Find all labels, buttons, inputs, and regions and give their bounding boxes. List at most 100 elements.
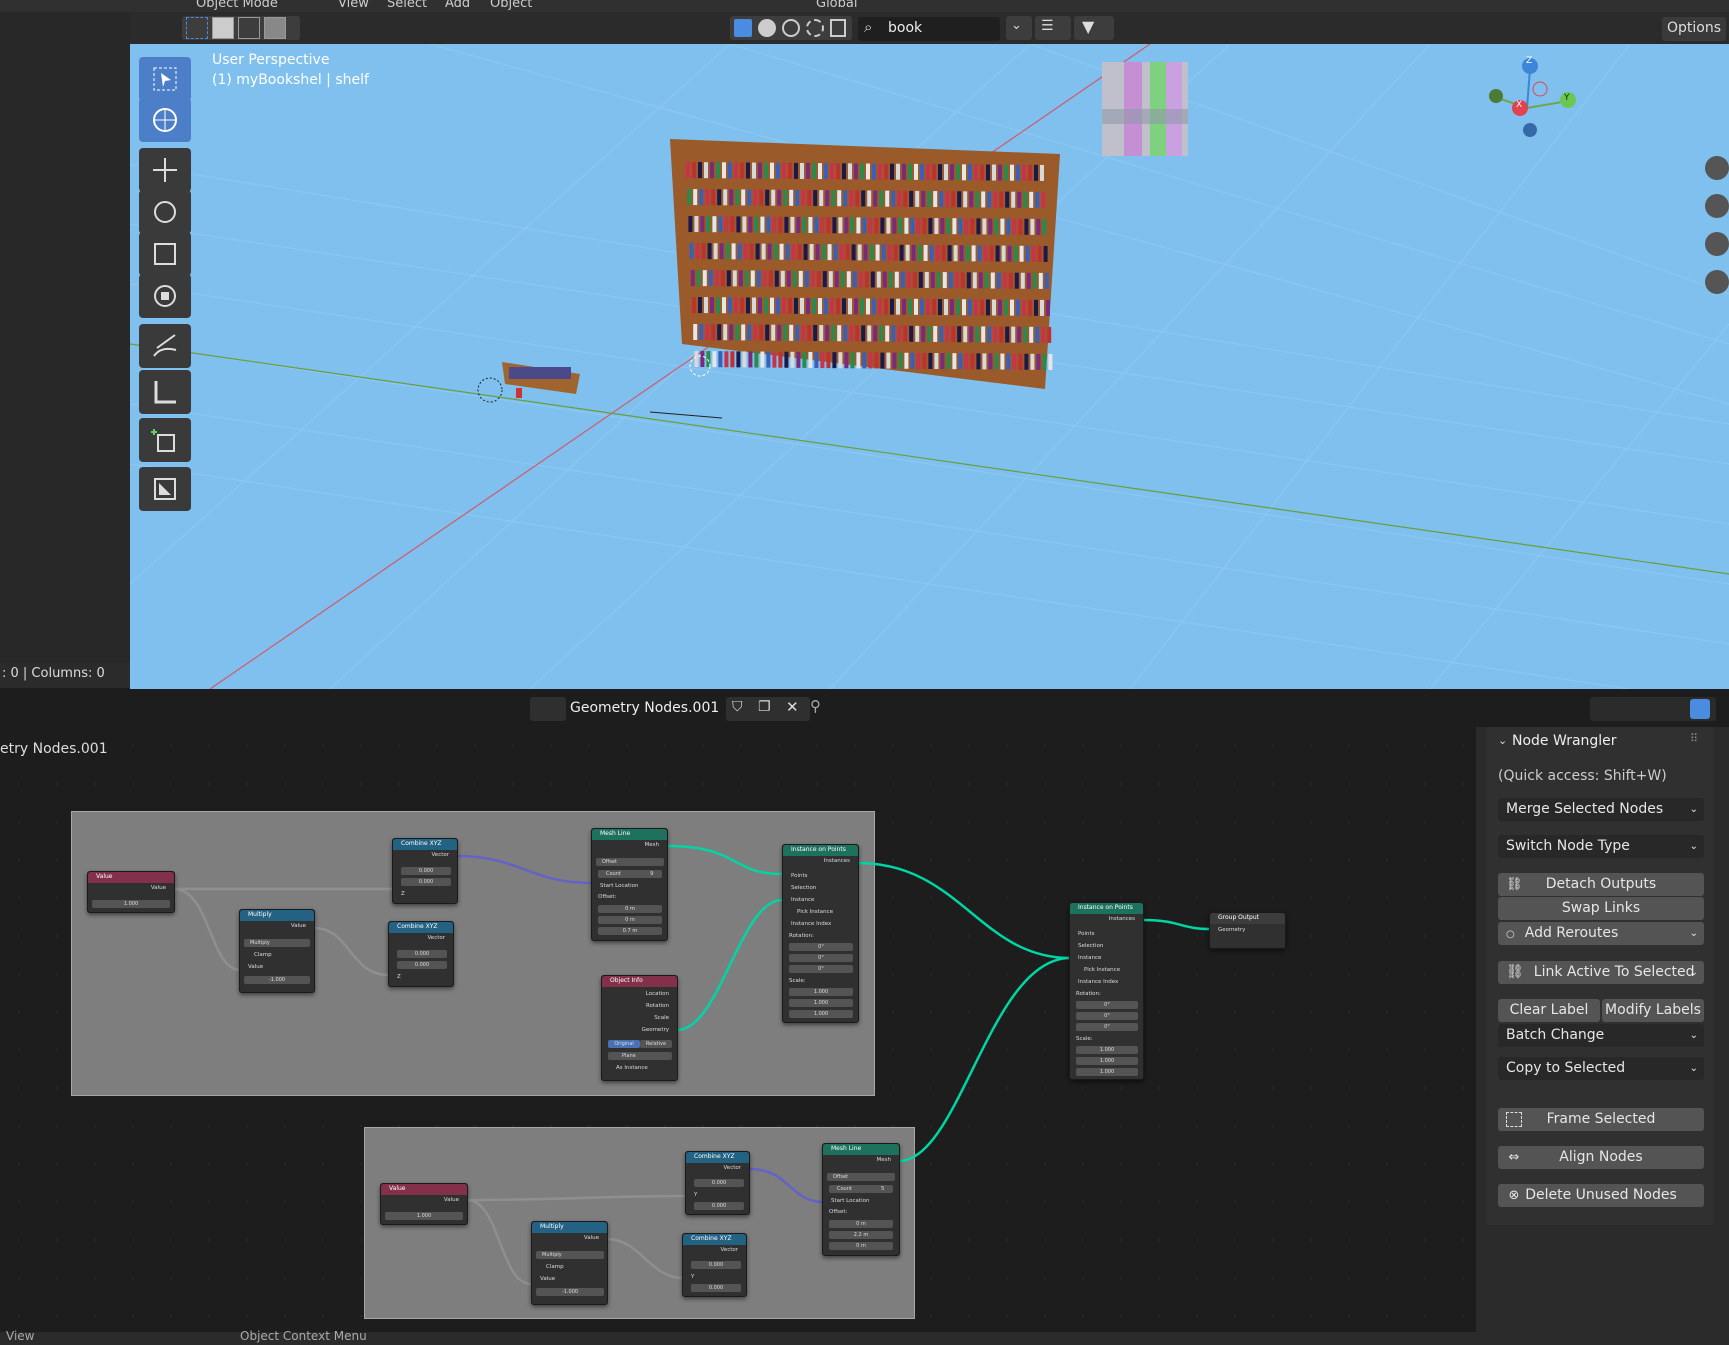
socket-label: Vector	[427, 935, 445, 941]
modify-labels-button[interactable]: Modify Labels	[1602, 999, 1704, 1022]
link	[857, 861, 1071, 960]
object-field[interactable]: Plane	[608, 1052, 672, 1060]
z-field[interactable]: 0.000	[694, 1202, 744, 1210]
node-title: Combine XYZ	[393, 839, 457, 850]
value-field[interactable]: 1.000	[385, 1212, 463, 1220]
socket-label: Geometry	[1218, 927, 1246, 933]
chevron-down-icon: ⌄	[1689, 928, 1698, 939]
chevron-down-icon: ⌄	[1689, 967, 1698, 978]
value-field[interactable]: -1.000	[244, 976, 310, 984]
value-node[interactable]: Value Value 1.000	[87, 871, 175, 913]
link	[456, 854, 592, 885]
node-title: Value	[381, 1184, 467, 1195]
scale-y-field[interactable]: 1.000	[1076, 1057, 1138, 1065]
quick-access-hint: (Quick access: Shift+W)	[1498, 768, 1667, 784]
socket-label: Rotation:	[1076, 991, 1101, 997]
value-field[interactable]: 1.000	[92, 900, 170, 908]
operation-dropdown[interactable]: Multiply	[536, 1251, 604, 1259]
rotation-x-field[interactable]: 0°	[1076, 1001, 1138, 1009]
count-field[interactable]: 9	[650, 871, 654, 877]
status-view: View	[6, 1329, 35, 1343]
z-field[interactable]: 0.000	[691, 1284, 741, 1292]
switch-node-type-dropdown[interactable]: Switch Node Type ⌄	[1498, 835, 1704, 858]
socket-label: Value	[290, 923, 306, 929]
rotation-z-field[interactable]: 0°	[1076, 1023, 1138, 1031]
x-field[interactable]: 0.000	[397, 950, 447, 958]
y-field[interactable]: 0.000	[401, 878, 451, 886]
delete-unused-nodes-button[interactable]: ⊗ Delete Unused Nodes	[1498, 1184, 1704, 1207]
copy-to-selected-dropdown[interactable]: Copy to Selected ⌄	[1498, 1057, 1704, 1080]
frame-selected-button[interactable]: Frame Selected	[1498, 1108, 1704, 1131]
operation-dropdown[interactable]: Multiply	[244, 939, 310, 947]
offset-x-field[interactable]: 0 m	[598, 905, 662, 913]
button-label: Frame Selected	[1546, 1111, 1656, 1127]
node-title: Mesh Line	[592, 829, 667, 840]
offset-x-field[interactable]: 0 m	[829, 1220, 893, 1228]
rotation-x-field[interactable]: 0°	[789, 943, 853, 951]
scale-z-field[interactable]: 1.000	[1076, 1068, 1138, 1076]
pick-instance-checkbox[interactable]: Pick Instance	[797, 909, 833, 915]
mesh-line-node[interactable]: Mesh Line Mesh Offset Count 5 Start Loca…	[822, 1143, 900, 1256]
socket-label: Instance Index	[791, 921, 832, 927]
socket-label: Instance Index	[1078, 979, 1119, 985]
chevron-down-icon[interactable]: ⌄	[1498, 734, 1507, 747]
socket-label: Points	[791, 873, 808, 879]
mesh-line-node[interactable]: Mesh Line Mesh Offset Count 9 Start Loca…	[591, 828, 668, 941]
offset-z-field[interactable]: 0.7 m	[598, 927, 662, 935]
drag-handle-icon[interactable]: ⠿	[1690, 732, 1698, 745]
mode-dropdown[interactable]: Offset	[596, 858, 664, 866]
batch-change-dropdown[interactable]: Batch Change ⌄	[1498, 1024, 1704, 1047]
swap-links-button[interactable]: Swap Links	[1498, 897, 1704, 920]
value-node[interactable]: Value Value 1.000	[380, 1183, 468, 1225]
merge-selected-nodes-dropdown[interactable]: Merge Selected Nodes ⌄	[1498, 798, 1704, 821]
add-reroutes-dropdown[interactable]: ○ Add Reroutes ⌄	[1498, 922, 1704, 945]
combine-xyz-node[interactable]: Combine XYZ Vector 0.000 Y 0.000	[682, 1233, 747, 1297]
clear-label-button[interactable]: Clear Label	[1498, 999, 1600, 1022]
link-active-to-selected-dropdown[interactable]: ⛓ Link Active To Selected ⌄	[1498, 961, 1704, 984]
pick-instance-checkbox[interactable]: Pick Instance	[1084, 967, 1120, 973]
x-field[interactable]: 0.000	[401, 867, 451, 875]
detach-outputs-button[interactable]: ⛓ Detach Outputs	[1498, 873, 1704, 896]
panel-title[interactable]: Node Wrangler	[1512, 733, 1617, 749]
combine-xyz-node[interactable]: Combine XYZ Vector 0.000 Y 0.000	[685, 1151, 750, 1215]
instance-on-points-main-node[interactable]: Instance on Points Instances Points Sele…	[1069, 902, 1144, 1080]
value-field[interactable]: -1.000	[536, 1288, 604, 1296]
node-title: Group Output	[1210, 913, 1285, 924]
multiply-node[interactable]: Multiply Value Multiply Clamp Value -1.0…	[531, 1221, 608, 1305]
socket-label: Mesh	[644, 842, 659, 848]
rotation-y-field[interactable]: 0°	[1076, 1012, 1138, 1020]
unlink-icon: ⛓	[1506, 877, 1523, 892]
y-field[interactable]: 0.000	[397, 961, 447, 969]
original-toggle[interactable]: Original	[608, 1040, 640, 1048]
group-output-node[interactable]: Group Output Geometry	[1209, 912, 1286, 949]
rotation-y-field[interactable]: 0°	[789, 954, 853, 962]
scale-x-field[interactable]: 1.000	[789, 988, 853, 996]
offset-z-field[interactable]: 0 m	[829, 1242, 893, 1250]
scale-z-field[interactable]: 1.000	[789, 1010, 853, 1018]
align-nodes-button[interactable]: ⇔ Align Nodes	[1498, 1146, 1704, 1169]
delete-icon: ⊗	[1508, 1188, 1520, 1203]
socket-label: Offset:	[829, 1209, 848, 1215]
socket-label: Points	[1078, 931, 1095, 937]
object-info-node[interactable]: Object Info Location Rotation Scale Geom…	[601, 975, 678, 1081]
socket-label: Instance	[791, 897, 815, 903]
mode-dropdown[interactable]: Offset	[827, 1173, 895, 1181]
socket-label: Value	[540, 1276, 556, 1282]
relative-toggle[interactable]: Relative	[640, 1040, 672, 1048]
clamp-checkbox[interactable]: Clamp	[546, 1264, 564, 1270]
instance-on-points-node[interactable]: Instance on Points Instances Points Sele…	[782, 844, 859, 1023]
multiply-node[interactable]: Multiply Value Multiply Clamp Value -1.0…	[239, 909, 315, 993]
count-field[interactable]: 5	[881, 1186, 885, 1192]
offset-y-field[interactable]: 0 m	[598, 916, 662, 924]
combine-xyz-node[interactable]: Combine XYZ Vector 0.000 0.000 Z	[388, 921, 454, 987]
rotation-z-field[interactable]: 0°	[789, 965, 853, 973]
clamp-checkbox[interactable]: Clamp	[254, 952, 272, 958]
combine-xyz-node[interactable]: Combine XYZ Vector 0.000 0.000 Z	[392, 838, 458, 904]
offset-y-field[interactable]: 2.2 m	[829, 1231, 893, 1239]
scale-y-field[interactable]: 1.000	[789, 999, 853, 1007]
as-instance-checkbox[interactable]: As Instance	[616, 1065, 648, 1071]
x-field[interactable]: 0.000	[691, 1261, 741, 1269]
chevron-down-icon: ⌄	[1689, 1063, 1698, 1074]
x-field[interactable]: 0.000	[694, 1179, 744, 1187]
scale-x-field[interactable]: 1.000	[1076, 1046, 1138, 1054]
